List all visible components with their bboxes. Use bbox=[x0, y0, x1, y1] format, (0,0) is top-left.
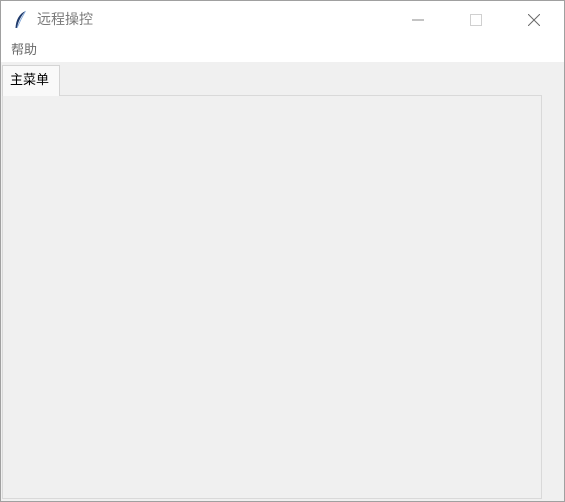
menu-bar: 帮助 bbox=[1, 39, 564, 62]
minimize-button[interactable] bbox=[395, 1, 441, 39]
tab-main-menu-label: 主菜单 bbox=[10, 73, 50, 88]
close-icon bbox=[528, 14, 540, 26]
minimize-icon bbox=[412, 19, 424, 21]
app-window: 远程操控 帮助 主菜单 ↖ ↑ ↗ bbox=[0, 0, 565, 502]
menu-help[interactable]: 帮助 bbox=[11, 42, 37, 59]
tab-main-menu[interactable]: 主菜单 bbox=[2, 65, 60, 96]
feather-icon bbox=[15, 10, 26, 29]
window-title: 远程操控 bbox=[37, 12, 93, 28]
title-bar[interactable]: 远程操控 bbox=[1, 1, 564, 39]
maximize-icon bbox=[470, 14, 482, 26]
tab-content-panel bbox=[2, 95, 542, 499]
maximize-button[interactable] bbox=[453, 1, 499, 39]
close-button[interactable] bbox=[511, 1, 557, 39]
